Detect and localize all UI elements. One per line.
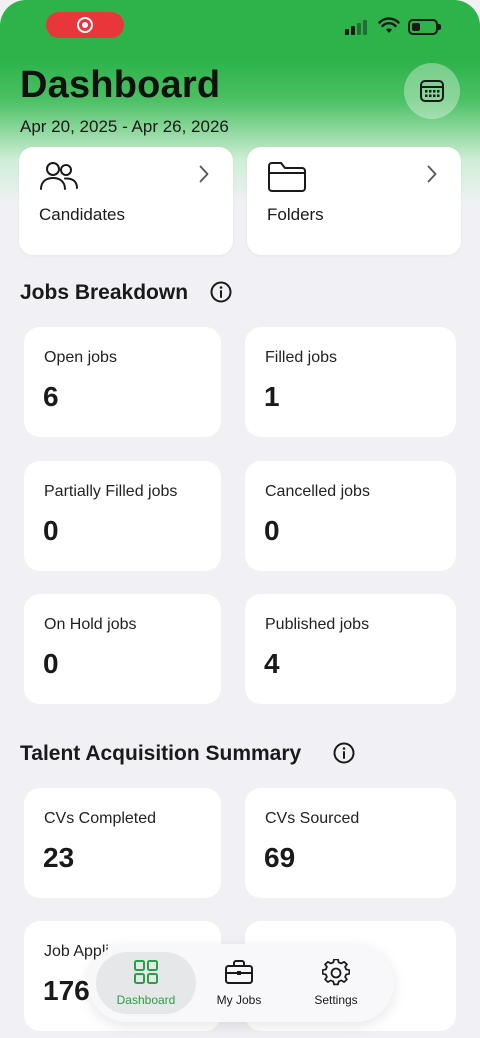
wifi-icon	[378, 17, 400, 33]
grid-icon	[134, 960, 158, 984]
nav-label: Settings	[314, 993, 358, 1007]
people-icon	[40, 162, 78, 190]
stat-value: 0	[43, 515, 59, 546]
nav-settings[interactable]: Settings	[296, 952, 376, 1014]
stat-value: 176	[43, 975, 90, 1006]
stat-label: Cancelled jobs	[265, 483, 370, 500]
cvs-completed-card[interactable]: CVs Completed 23	[24, 788, 221, 898]
published-jobs-card[interactable]: Published jobs 4	[245, 594, 456, 704]
status-bar	[0, 0, 480, 52]
nav-dashboard[interactable]: Dashboard	[96, 952, 196, 1014]
calendar-button[interactable]	[404, 63, 460, 119]
page-title: Dashboard	[20, 64, 221, 106]
candidates-label: Candidates	[39, 205, 126, 224]
stat-label: Partially Filled jobs	[44, 483, 178, 500]
stat-value: 1	[264, 381, 280, 412]
app-screen: Dashboard Apr 20, 2025 - Apr 26, 2026 Ca…	[0, 0, 480, 1038]
stat-label: Filled jobs	[265, 349, 338, 366]
stat-value: 23	[43, 842, 75, 873]
cellular-signal-icon	[345, 19, 369, 35]
record-icon	[77, 17, 93, 33]
stat-value: 0	[43, 648, 59, 679]
partially-filled-jobs-card[interactable]: Partially Filled jobs 0	[24, 461, 221, 571]
calendar-icon	[420, 80, 444, 102]
battery-icon	[408, 19, 441, 35]
gear-icon	[322, 959, 350, 986]
chevron-right-icon	[199, 165, 209, 183]
date-range[interactable]: Apr 20, 2025 - Apr 26, 2026	[20, 117, 229, 137]
info-icon[interactable]	[210, 281, 232, 303]
filled-jobs-card[interactable]: Filled jobs 1	[245, 327, 456, 437]
stat-label: Published jobs	[265, 616, 370, 633]
bottom-nav: Dashboard My Jobs Settings	[88, 944, 394, 1022]
nav-my-jobs[interactable]: My Jobs	[200, 952, 278, 1014]
stat-value: 0	[264, 515, 280, 546]
info-icon[interactable]	[333, 742, 355, 764]
folders-label: Folders	[267, 205, 324, 224]
stat-label: On Hold jobs	[44, 616, 137, 633]
talent-summary-title: Talent Acquisition Summary	[20, 742, 302, 765]
nav-label: My Jobs	[216, 993, 262, 1007]
stat-label: Open jobs	[44, 349, 117, 366]
open-jobs-card[interactable]: Open jobs 6	[24, 327, 221, 437]
candidates-card[interactable]: Candidates	[19, 147, 233, 255]
jobs-breakdown-title: Jobs Breakdown	[20, 281, 189, 304]
briefcase-icon	[225, 960, 253, 984]
stat-value: 6	[43, 381, 59, 412]
screen-recording-indicator[interactable]	[46, 12, 124, 38]
chevron-right-icon	[427, 165, 437, 183]
stat-value: 4	[264, 648, 280, 679]
stat-label: CVs Sourced	[265, 810, 360, 827]
folders-card[interactable]: Folders	[247, 147, 461, 255]
cvs-sourced-card[interactable]: CVs Sourced 69	[245, 788, 456, 898]
folder-icon	[268, 162, 306, 192]
nav-label: Dashboard	[116, 993, 176, 1007]
stat-label: CVs Completed	[44, 810, 157, 827]
cancelled-jobs-card[interactable]: Cancelled jobs 0	[245, 461, 456, 571]
stat-value: 69	[264, 842, 296, 873]
on-hold-jobs-card[interactable]: On Hold jobs 0	[24, 594, 221, 704]
